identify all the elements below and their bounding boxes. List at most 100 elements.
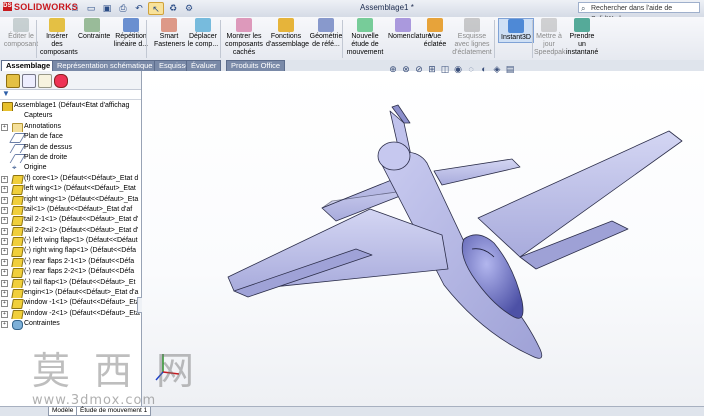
- new-motion-study-tool[interactable]: Nouvelle étude de mouvement: [346, 18, 384, 57]
- airplane-model[interactable]: [142, 71, 704, 406]
- expand-icon[interactable]: +: [1, 248, 8, 256]
- zoom-area-icon[interactable]: ⊗: [401, 64, 411, 74]
- part-icon: [11, 174, 24, 185]
- expand-icon[interactable]: +: [1, 227, 8, 235]
- tab--valuer[interactable]: Évaluer: [186, 60, 222, 71]
- ribbon-separator: [494, 20, 495, 58]
- move-component-tool[interactable]: Déplacer le comp...: [186, 18, 220, 49]
- new-document-icon[interactable]: □: [68, 2, 82, 14]
- instant3d-label: Instant3D: [501, 34, 531, 41]
- update-speedpak-tool[interactable]: Mettre à jour Speedpak: [534, 18, 566, 57]
- print-icon[interactable]: ⎙: [116, 2, 130, 14]
- new-motion-study-label: Nouvelle étude de mouvement: [346, 33, 384, 56]
- tree-item-label: (-) left wing flap<1> (Défaut<<Défaut: [24, 237, 138, 245]
- expand-icon[interactable]: +: [1, 290, 8, 298]
- help-search-input[interactable]: ⌕ Rechercher dans l'aide de SolidWorks: [578, 2, 700, 23]
- tree-item[interactable]: + left wing<1> (Défaut<<Défaut>_Etat: [0, 184, 141, 195]
- folder-icon: [12, 122, 23, 133]
- smart-fasteners-icon: [161, 18, 177, 32]
- tree-item[interactable]: + engin<1> (Défaut<<Défaut>_Etat d'a: [0, 288, 141, 299]
- tree-item[interactable]: + tail 2-2<1> (Défaut<<Défaut>_Etat d': [0, 226, 141, 237]
- tree-item-label: left wing<1> (Défaut<<Défaut>_Etat: [24, 185, 136, 193]
- expand-icon[interactable]: +: [1, 300, 8, 308]
- tree-filter[interactable]: ▼: [0, 89, 141, 100]
- linear-pattern-label: Répétition linéaire d...: [113, 33, 149, 48]
- tree-item[interactable]: + Annotations: [0, 122, 141, 133]
- apply-scene-icon[interactable]: ◈: [492, 64, 502, 74]
- expand-icon[interactable]: +: [1, 206, 8, 214]
- tree-item[interactable]: Plan de droite: [0, 153, 141, 164]
- expand-icon[interactable]: +: [1, 217, 8, 225]
- tree-item-label: Assemblage1 (Défaut<État d'affichag: [14, 102, 130, 109]
- configuration-manager-tab-icon[interactable]: [38, 74, 52, 88]
- tree-item[interactable]: Plan de face: [0, 132, 141, 143]
- tab-repr-sentation-sch-matique[interactable]: Représentation schématique: [52, 60, 158, 71]
- tree-item[interactable]: ⌖ Origine: [0, 163, 141, 173]
- expand-icon[interactable]: +: [1, 258, 8, 266]
- tree-item[interactable]: Assemblage1 (Défaut<État d'affichag: [0, 101, 141, 112]
- update-speedpak-icon: [541, 18, 557, 32]
- origin-icon: ⌖: [12, 163, 17, 173]
- tree-item[interactable]: + (-) left wing flap<1> (Défaut<<Défaut: [0, 236, 141, 247]
- expand-icon[interactable]: +: [1, 269, 8, 277]
- undo-icon[interactable]: ↶: [132, 2, 146, 14]
- property-manager-tab-icon[interactable]: [22, 74, 36, 88]
- reference-geometry-tool[interactable]: Géométrie de réfé...: [308, 18, 344, 49]
- previous-view-icon[interactable]: ⊘: [414, 64, 424, 74]
- tree-item[interactable]: + (-) tail flap<1> (Défaut<<Défaut>_Et: [0, 278, 141, 289]
- assembly-features-tool[interactable]: Fonctions d'assemblage: [266, 18, 309, 49]
- tree-item[interactable]: + (-) right wing flap<1> (Défaut<<Défa: [0, 246, 141, 257]
- expand-icon[interactable]: +: [1, 279, 8, 287]
- bill-of-materials-tool[interactable]: Nomenclature: [388, 18, 432, 41]
- tree-item[interactable]: + window -2<1> (Défaut<<Défaut>_Eta: [0, 309, 141, 320]
- view-settings-icon[interactable]: ▤: [505, 64, 515, 74]
- tab-assemblage[interactable]: Assemblage: [1, 60, 56, 71]
- take-snapshot-tool[interactable]: Prendre un instantané: [566, 18, 598, 57]
- edit-component-tool[interactable]: Éditer le composant: [2, 18, 40, 49]
- expand-icon[interactable]: +: [1, 321, 8, 329]
- rebuild-icon[interactable]: ♻: [166, 2, 180, 14]
- exploded-view-tool[interactable]: Vue éclatée: [420, 18, 450, 49]
- expand-icon[interactable]: +: [1, 175, 8, 183]
- section-view-icon[interactable]: ⊞: [427, 64, 437, 74]
- feature-manager-tab-icon[interactable]: [6, 74, 20, 88]
- graphics-viewport[interactable]: [142, 71, 704, 406]
- tree-item[interactable]: Capteurs: [0, 111, 141, 121]
- smart-fasteners-label: Smart Fasteners: [154, 33, 186, 48]
- display-style-icon[interactable]: ◉: [453, 64, 463, 74]
- explode-line-sketch-tool[interactable]: Esquisse avec lignes d'éclatement: [452, 18, 492, 57]
- mate-tool[interactable]: Contrainte: [78, 18, 110, 41]
- tree-item[interactable]: + right wing<1> (Défaut<<Défaut>_Eta: [0, 195, 141, 205]
- smart-fasteners-tool[interactable]: Smart Fasteners: [154, 18, 186, 49]
- tab-produits-office[interactable]: Produits Office: [226, 60, 286, 71]
- save-icon[interactable]: ▣: [100, 2, 114, 14]
- tree-item[interactable]: + tail<1> (Défaut<<Défaut>_État d'af: [0, 205, 141, 216]
- ribbon-separator: [220, 20, 221, 58]
- tree-item[interactable]: Plan de dessus: [0, 143, 141, 153]
- select-icon[interactable]: ↖: [148, 2, 164, 15]
- options-icon[interactable]: ⚙: [182, 2, 196, 14]
- solidworks-logo[interactable]: DS SOLIDWORKS: [3, 2, 78, 12]
- zoom-to-fit-icon[interactable]: ⊕: [388, 64, 398, 74]
- explode-line-sketch-label: Esquisse avec lignes d'éclatement: [452, 33, 492, 56]
- show-hidden-tool[interactable]: Montrer les composants cachés: [224, 18, 264, 57]
- tree-item[interactable]: + (f) core<1> (Défaut<<Défaut>_Etat d: [0, 174, 141, 185]
- expand-icon[interactable]: +: [1, 310, 8, 318]
- tree-item[interactable]: + Contraintes: [0, 319, 141, 330]
- expand-icon[interactable]: +: [1, 238, 8, 246]
- tree-item[interactable]: + tail 2-1<1> (Défaut<<Défaut>_Etat d': [0, 215, 141, 226]
- explode-line-sketch-icon: [464, 18, 480, 32]
- edit-appearance-icon[interactable]: ◐: [479, 64, 489, 74]
- open-folder-icon[interactable]: ▭: [84, 2, 98, 14]
- tree-item[interactable]: + (-) rear flaps 2-2<1> (Défaut<<Défa: [0, 267, 141, 278]
- expand-icon[interactable]: +: [1, 196, 8, 204]
- expand-icon[interactable]: +: [1, 123, 8, 131]
- tree-item[interactable]: + (-) rear flaps 2-1<1> (Défaut<<Défa: [0, 257, 141, 268]
- hide-show-icon[interactable]: ◌: [466, 64, 476, 74]
- tree-item[interactable]: + window -1<1> (Défaut<<Défaut>_Etat: [0, 298, 141, 309]
- insert-components-tool[interactable]: Insérer des composants: [40, 18, 78, 57]
- expand-icon[interactable]: +: [1, 186, 8, 194]
- appearance-tab-icon[interactable]: [54, 74, 68, 88]
- instant3d-tool[interactable]: Instant3D: [498, 18, 534, 43]
- view-orientation-icon[interactable]: ◫: [440, 64, 450, 74]
